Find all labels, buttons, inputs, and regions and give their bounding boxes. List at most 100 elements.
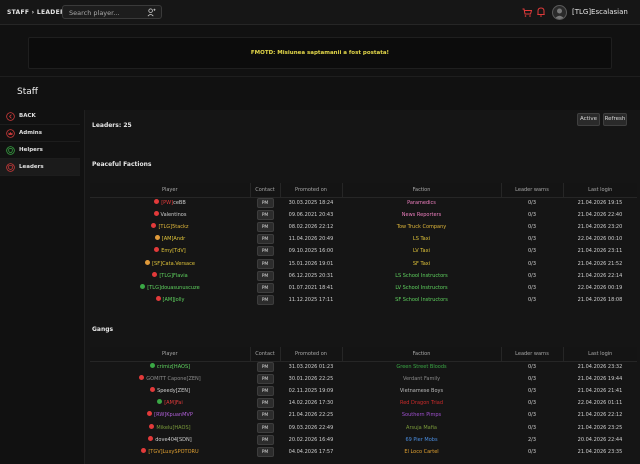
player-cell[interactable]: [TLG]douasunuscuze	[90, 282, 250, 294]
player-name[interactable]: ceBB	[173, 200, 186, 206]
search-box[interactable]	[62, 5, 162, 19]
player-name[interactable]: Mikelu[HAOS]	[156, 425, 190, 431]
last-login-cell: 21.04.2026 22:14	[577, 272, 623, 279]
contact-cell: PM	[250, 446, 280, 458]
sidebar-item-label: BACK	[19, 113, 36, 119]
search-input[interactable]	[69, 7, 139, 18]
username[interactable]: [TLG]Escalasian	[572, 8, 628, 16]
player-cell[interactable]: Valentinos	[90, 209, 250, 221]
bell-icon[interactable]	[537, 7, 545, 17]
pm-button[interactable]: PM	[256, 246, 274, 257]
player-cell[interactable]: GOMITT Capone[ZEN]	[90, 373, 250, 385]
warns-cell: 0/3	[527, 364, 537, 371]
promoted-cell: 08.02.2026 22:12	[288, 224, 334, 231]
player-cell[interactable]: Emy[TdV]	[90, 245, 250, 257]
sidebar-item-admins[interactable]: Admins	[0, 125, 80, 142]
pm-button[interactable]: PM	[256, 374, 274, 385]
player-cell[interactable]: [AM]Jolly	[90, 294, 250, 306]
player-name[interactable]: Flavia	[173, 273, 188, 279]
player-name[interactable]: GOMITT Capone[ZEN]	[146, 376, 200, 382]
player-name[interactable]: Jolly	[174, 297, 184, 303]
sidebar-item-leaders[interactable]: Leaders	[0, 159, 80, 176]
user-search-icon[interactable]	[147, 8, 156, 17]
pm-button[interactable]: PM	[256, 410, 274, 421]
player-cell[interactable]: [PW]ceBB	[90, 197, 250, 209]
player-name[interactable]: 5tackz	[172, 224, 188, 230]
cart-icon[interactable]	[522, 8, 532, 17]
player-name[interactable]: crimiz[HAOS]	[157, 364, 190, 370]
last-login-cell: 21.04.2026 23:20	[577, 224, 623, 231]
pm-button[interactable]: PM	[256, 210, 274, 221]
pm-button[interactable]: PM	[256, 270, 274, 281]
pm-button[interactable]: PM	[256, 434, 274, 445]
player-cell[interactable]: [TGV]LuxySPOTORU	[90, 446, 250, 458]
player-name[interactable]: Emy[TdV]	[161, 248, 186, 254]
player-cell[interactable]: [AM]Andr	[90, 233, 250, 245]
player-cell[interactable]: dove404[SDN]	[90, 434, 250, 446]
status-dot-icon	[154, 247, 160, 253]
promoted-cell: 15.01.2026 19:01	[288, 260, 334, 267]
sidebar-item-back[interactable]: BACK	[0, 108, 80, 125]
sidebar-item-helpers[interactable]: Helpers	[0, 142, 80, 159]
promoted-cell: 14.02.2026 17:30	[288, 400, 334, 407]
contact-cell: PM	[250, 245, 280, 257]
pm-button[interactable]: PM	[256, 198, 274, 209]
column-header: Faction	[341, 347, 501, 362]
pm-button[interactable]: PM	[256, 446, 274, 457]
player-cell[interactable]: [RW]KpuanMVP	[90, 409, 250, 421]
status-dot-icon	[140, 283, 146, 289]
player-cell[interactable]: [SF]Cata.Versace	[90, 257, 250, 269]
warns-cell: 0/3	[527, 296, 537, 303]
player-cell[interactable]: [AM]Fai	[90, 397, 250, 409]
player-name[interactable]: Speedy[ZEN]	[157, 388, 190, 394]
contact-cell: PM	[250, 221, 280, 233]
warns-cell: 2/3	[527, 436, 537, 443]
player-name[interactable]: dove404[SDN]	[155, 437, 191, 443]
column-header: Promoted on	[279, 183, 342, 198]
contact-cell: PM	[250, 270, 280, 282]
pm-button[interactable]: PM	[256, 258, 274, 269]
faction-cell: Verdant Family	[402, 376, 441, 383]
player-name[interactable]: Cata.Versace	[162, 261, 195, 267]
player-name[interactable]: douasunuscuze	[161, 285, 200, 291]
warns-cell: 0/3	[527, 248, 537, 255]
user-avatar-icon	[554, 8, 565, 19]
pm-button[interactable]: PM	[256, 222, 274, 233]
status-dot-icon	[147, 411, 153, 417]
faction-cell: Green Street Bloods	[396, 364, 447, 371]
player-name[interactable]: KpuanMVP	[166, 412, 193, 418]
player-name[interactable]: Valentinos	[161, 212, 187, 218]
active-button[interactable]: Active	[577, 113, 600, 126]
avatar[interactable]	[552, 5, 567, 20]
pm-button[interactable]: PM	[256, 398, 274, 409]
last-login-cell: 21.04.2026 21:52	[577, 260, 623, 267]
pm-button[interactable]: PM	[256, 282, 274, 293]
contact-cell: PM	[250, 257, 280, 269]
pm-button[interactable]: PM	[256, 362, 274, 373]
player-cell[interactable]: Speedy[ZEN]	[90, 385, 250, 397]
pm-button[interactable]: PM	[256, 294, 274, 305]
faction-cell: LS Taxi	[412, 236, 431, 243]
faction-cell: News Reporters	[401, 212, 442, 219]
status-dot-icon	[149, 423, 155, 429]
pm-button[interactable]: PM	[256, 422, 274, 433]
promoted-cell: 02.11.2025 19:09	[288, 388, 334, 395]
refresh-button[interactable]: Refresh	[603, 113, 627, 126]
promoted-cell: 30.01.2026 22:25	[288, 376, 334, 383]
player-cell[interactable]: [TLG]5tackz	[90, 221, 250, 233]
status-dot-icon	[139, 375, 145, 381]
last-login-cell: 21.04.2026 19:15	[577, 200, 623, 207]
player-name[interactable]: Andr	[173, 236, 185, 242]
shield-icon	[6, 146, 15, 155]
player-cell[interactable]: [TLG]Flavia	[90, 270, 250, 282]
player-name[interactable]: LuxySPOTORU	[163, 449, 199, 455]
pm-button[interactable]: PM	[256, 234, 274, 245]
player-cell[interactable]: Mikelu[HAOS]	[90, 421, 250, 433]
player-name[interactable]: Fai	[176, 400, 183, 406]
player-cell[interactable]: crimiz[HAOS]	[90, 361, 250, 373]
faction-cell: Paramedics	[407, 200, 436, 207]
pm-button[interactable]: PM	[256, 386, 274, 397]
column-header: Leader warns	[500, 183, 563, 198]
status-dot-icon	[148, 435, 154, 441]
column-header: Player	[90, 183, 250, 198]
